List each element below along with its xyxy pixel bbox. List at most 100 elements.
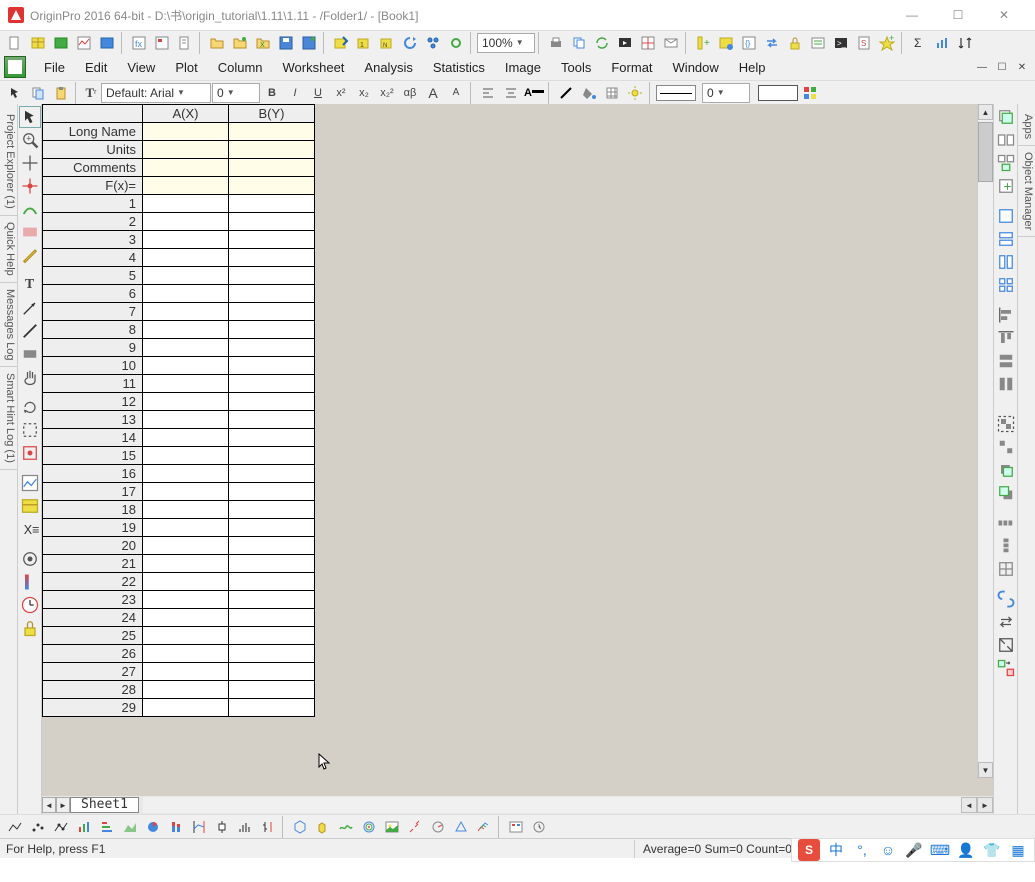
import-multi-ascii-icon[interactable]: N [376, 32, 398, 54]
row-number-header[interactable]: 2 [43, 213, 143, 231]
data-cell[interactable] [143, 267, 229, 285]
ime-skin-icon[interactable]: 👕 [982, 840, 1002, 860]
send-graph-icon[interactable] [660, 32, 682, 54]
menu-window[interactable]: Window [663, 56, 729, 79]
row-number-header[interactable]: 29 [43, 699, 143, 717]
sort-icon[interactable] [954, 32, 976, 54]
line-plot-icon[interactable] [4, 816, 26, 838]
pointer-tool-icon[interactable] [19, 106, 41, 128]
data-cell[interactable] [143, 663, 229, 681]
row-number-header[interactable]: 4 [43, 249, 143, 267]
menu-edit[interactable]: Edit [75, 56, 117, 79]
font-combo[interactable]: Default: Arial▼ [101, 83, 211, 103]
open-template-icon[interactable] [229, 32, 251, 54]
row-number-header[interactable]: 5 [43, 267, 143, 285]
new-layout-icon[interactable] [151, 32, 173, 54]
menu-statistics[interactable]: Statistics [423, 56, 495, 79]
new-excel-icon[interactable] [50, 32, 72, 54]
screen-reader-tool-icon[interactable] [19, 152, 41, 174]
recent-plot-icon[interactable] [528, 816, 550, 838]
scroll-down-button[interactable]: ▼ [978, 762, 993, 778]
data-cell[interactable] [229, 627, 315, 645]
data-cell[interactable] [229, 429, 315, 447]
data-cell[interactable] [229, 609, 315, 627]
stock-plot-icon[interactable] [257, 816, 279, 838]
front-icon[interactable] [995, 459, 1017, 481]
underline-button[interactable]: U [307, 82, 329, 104]
scatter-plot-icon[interactable] [27, 816, 49, 838]
sheet-nav-next[interactable]: ► [56, 797, 70, 813]
pan-tool-icon[interactable] [19, 366, 41, 388]
scroll-left-button[interactable]: ◄ [961, 797, 977, 813]
rectangle-tool-icon[interactable] [19, 343, 41, 365]
ime-language-icon[interactable]: 中 [826, 840, 846, 860]
column-header[interactable]: A(X) [143, 105, 229, 123]
color-scale-icon[interactable] [19, 571, 41, 593]
add-column-icon[interactable]: + [692, 32, 714, 54]
import-single-ascii-icon[interactable]: 1 [353, 32, 375, 54]
align-center-icon[interactable] [500, 82, 522, 104]
polar-plot-icon[interactable] [427, 816, 449, 838]
menu-analysis[interactable]: Analysis [354, 56, 422, 79]
row-number-header[interactable]: 1 [43, 195, 143, 213]
insert-graph-icon[interactable] [19, 472, 41, 494]
data-cell[interactable] [143, 609, 229, 627]
add-layer-icon[interactable]: + [995, 175, 1017, 197]
horizontal-scrollbar[interactable]: ◄ ► [143, 797, 993, 813]
row-number-header[interactable]: 7 [43, 303, 143, 321]
data-cell[interactable] [229, 321, 315, 339]
tab-messages-log[interactable]: Messages Log [0, 283, 17, 368]
menu-worksheet[interactable]: Worksheet [273, 56, 355, 79]
label-cell[interactable] [143, 123, 229, 141]
stats-icon[interactable] [931, 32, 953, 54]
ternary-plot-icon[interactable] [450, 816, 472, 838]
paste-icon[interactable] [50, 82, 72, 104]
data-cell[interactable] [143, 303, 229, 321]
data-cell[interactable] [143, 555, 229, 573]
new-matrix-icon[interactable] [96, 32, 118, 54]
x-function-icon[interactable]: X≡ [19, 518, 41, 540]
uniform-v-icon[interactable] [995, 535, 1017, 557]
mdi-minimize-button[interactable]: — [973, 58, 991, 76]
data-cell[interactable] [229, 357, 315, 375]
window-maximize-button[interactable]: ☐ [935, 0, 981, 30]
corner-cell[interactable] [43, 105, 143, 123]
new-workbook-icon[interactable] [27, 32, 49, 54]
data-cell[interactable] [143, 213, 229, 231]
row-number-header[interactable]: 11 [43, 375, 143, 393]
data-cell[interactable] [143, 681, 229, 699]
data-cell[interactable] [229, 591, 315, 609]
text-tool-icon[interactable]: Tr [82, 82, 100, 104]
results-log-icon[interactable] [807, 32, 829, 54]
italic-button[interactable]: I [284, 82, 306, 104]
window-close-button[interactable]: ✕ [981, 0, 1027, 30]
sheet-nav-first[interactable]: ◄ [42, 797, 56, 813]
data-cell[interactable] [143, 465, 229, 483]
bold-button[interactable]: B [261, 82, 283, 104]
text-tool-icon[interactable]: T [19, 274, 41, 296]
data-cell[interactable] [229, 447, 315, 465]
row-label-header[interactable]: Comments [43, 159, 143, 177]
box-plot-icon[interactable] [211, 816, 233, 838]
data-cell[interactable] [229, 339, 315, 357]
row-number-header[interactable]: 24 [43, 609, 143, 627]
vertical-scrollbar[interactable]: ▲ ▼ [977, 104, 993, 778]
template-library-icon[interactable] [505, 816, 527, 838]
contour-plot-icon[interactable] [358, 816, 380, 838]
workbook-icon[interactable] [4, 56, 26, 78]
data-cell[interactable] [143, 699, 229, 717]
stack-column-icon[interactable] [165, 816, 187, 838]
insert-worksheet-icon[interactable] [19, 495, 41, 517]
row-number-header[interactable]: 17 [43, 483, 143, 501]
row-number-header[interactable]: 14 [43, 429, 143, 447]
data-cell[interactable] [143, 249, 229, 267]
data-cell[interactable] [229, 573, 315, 591]
data-cell[interactable] [143, 519, 229, 537]
row-number-header[interactable]: 19 [43, 519, 143, 537]
data-cell[interactable] [143, 483, 229, 501]
save-template-icon[interactable] [298, 32, 320, 54]
label-cell[interactable] [229, 141, 315, 159]
row-number-header[interactable]: 16 [43, 465, 143, 483]
duplicate-icon[interactable] [568, 32, 590, 54]
data-cell[interactable] [143, 195, 229, 213]
